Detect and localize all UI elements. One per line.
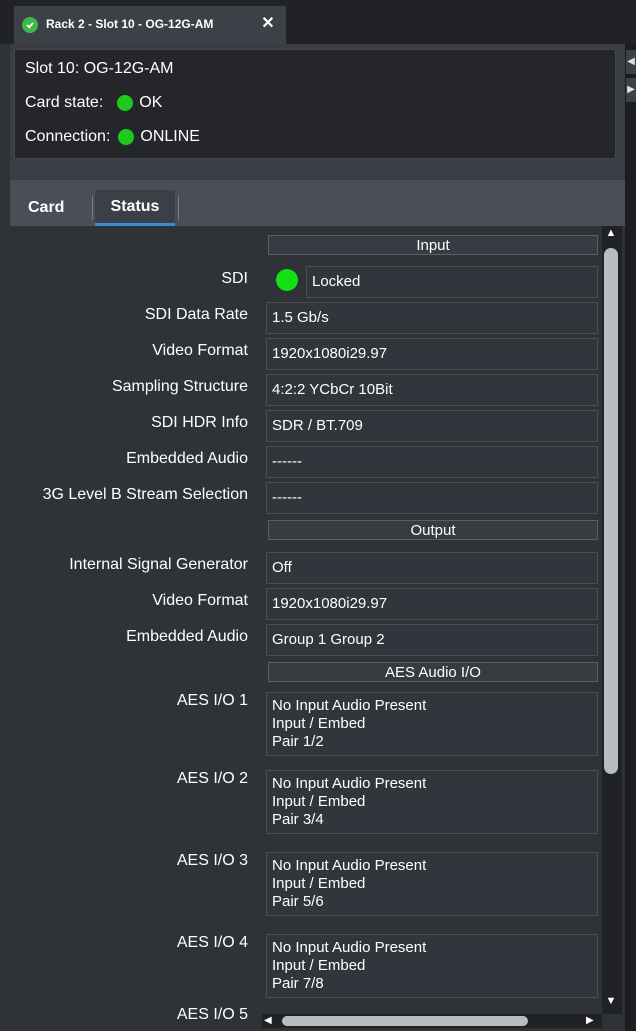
aes-io-line: Pair 1/2 <box>272 733 324 750</box>
tab-divider <box>92 196 93 220</box>
sdi-status-indicator <box>276 269 298 291</box>
tab-status-label: Status <box>110 197 160 215</box>
aes-io-label: AES I/O 5 <box>176 1006 248 1023</box>
document-tab-title: Rack 2 - Slot 10 - OG-12G-AM <box>46 17 214 31</box>
input-video-format-label: Video Format <box>152 342 248 359</box>
sampling-structure-label: Sampling Structure <box>111 378 248 395</box>
sdi-label: SDI <box>221 270 248 287</box>
aes-io-label: AES I/O 3 <box>176 852 248 869</box>
sdi-hdr-info-field: SDR / BT.709 <box>266 410 598 442</box>
side-panel-strip <box>625 44 636 1031</box>
aes-io-line: Input / Embed <box>272 793 366 810</box>
output-embedded-audio-label: Embedded Audio <box>126 628 248 645</box>
card-state-indicator <box>117 95 134 111</box>
aes-io-label: AES I/O 4 <box>176 934 248 951</box>
aes-io-line: Input / Embed <box>272 875 366 892</box>
scroll-up-arrow-icon[interactable]: ▲ <box>604 226 618 240</box>
connection-label: Connection: <box>25 128 111 145</box>
aes-io-label: AES I/O 2 <box>176 770 248 787</box>
aes-io-line: No Input Audio Present <box>272 775 427 792</box>
aes-io-line: No Input Audio Present <box>272 697 427 714</box>
vertical-scroll-thumb[interactable] <box>604 248 618 774</box>
tab-divider <box>178 196 179 220</box>
level-b-stream-field: ------ <box>266 482 598 514</box>
tab-status[interactable]: Status <box>95 190 175 226</box>
aes-io-line: Input / Embed <box>272 715 366 732</box>
chevron-right-icon[interactable]: ▶ <box>626 78 636 102</box>
output-embedded-audio-field: Group 1 Group 2 <box>266 624 598 656</box>
tab-card-label: Card <box>28 199 65 216</box>
tab-card[interactable]: Card <box>28 190 64 226</box>
aes-io-field: No Input Audio Present Input / Embed Pai… <box>266 934 598 998</box>
sampling-structure-field: 4:2:2 YCbCr 10Bit <box>266 374 598 406</box>
signal-generator-field: Off <box>266 552 598 584</box>
card-info-box: Slot 10: OG-12G-AM Card state: OK Connec… <box>14 49 616 159</box>
section-header-aes: AES Audio I/O <box>268 662 598 682</box>
aes-io-line: Input / Embed <box>272 957 366 974</box>
document-tab[interactable]: Rack 2 - Slot 10 - OG-12G-AM ✕ <box>14 6 286 44</box>
aes-io-line: Pair 3/4 <box>272 811 324 828</box>
output-video-format-field: 1920x1080i29.97 <box>266 588 598 620</box>
aes-io-field: No Input Audio Present Input / Embed Pai… <box>266 852 598 916</box>
sdi-hdr-info-label: SDI HDR Info <box>151 414 248 431</box>
chevron-left-icon[interactable]: ◀ <box>626 50 636 74</box>
slot-title: Slot 10: OG-12G-AM <box>25 60 174 77</box>
card-state-label: Card state: <box>25 94 104 111</box>
scroll-left-arrow-icon[interactable]: ◀ <box>264 1014 276 1028</box>
status-content: Input SDI Locked SDI Data Rate 1.5 Gb/s … <box>10 226 602 1026</box>
aes-io-line: Pair 7/8 <box>272 975 324 992</box>
aes-io-field: No Input Audio Present Input / Embed Pai… <box>266 770 598 834</box>
connection-value: ONLINE <box>140 128 200 145</box>
close-icon[interactable]: ✕ <box>258 14 278 34</box>
connection-indicator <box>118 129 135 145</box>
sdi-data-rate-label: SDI Data Rate <box>144 306 248 323</box>
scroll-down-arrow-icon[interactable]: ▼ <box>604 994 618 1008</box>
output-video-format-label: Video Format <box>152 592 248 609</box>
aes-io-field: No Input Audio Present Input / Embed Pai… <box>266 692 598 756</box>
signal-generator-label: Internal Signal Generator <box>69 556 248 573</box>
card-state-row: Card state: OK <box>25 94 162 112</box>
section-header-output: Output <box>268 520 598 540</box>
input-embedded-audio-field: ------ <box>266 446 598 478</box>
horizontal-scroll-thumb[interactable] <box>282 1016 528 1026</box>
aes-io-line: Pair 5/6 <box>272 893 324 910</box>
aes-io-label: AES I/O 1 <box>176 692 248 709</box>
scroll-right-arrow-icon[interactable]: ▶ <box>586 1014 598 1028</box>
sdi-status-field: Locked <box>306 266 598 298</box>
connection-row: Connection: ONLINE <box>25 128 200 146</box>
aes-io-line: No Input Audio Present <box>272 857 427 874</box>
check-circle-icon <box>22 17 38 33</box>
card-state-value: OK <box>139 94 163 111</box>
input-video-format-field: 1920x1080i29.97 <box>266 338 598 370</box>
aes-io-line: No Input Audio Present <box>272 939 427 956</box>
level-b-stream-label: 3G Level B Stream Selection <box>42 486 248 503</box>
sdi-data-rate-field: 1.5 Gb/s <box>266 302 598 334</box>
input-embedded-audio-label: Embedded Audio <box>126 450 248 467</box>
section-header-input: Input <box>268 235 598 255</box>
